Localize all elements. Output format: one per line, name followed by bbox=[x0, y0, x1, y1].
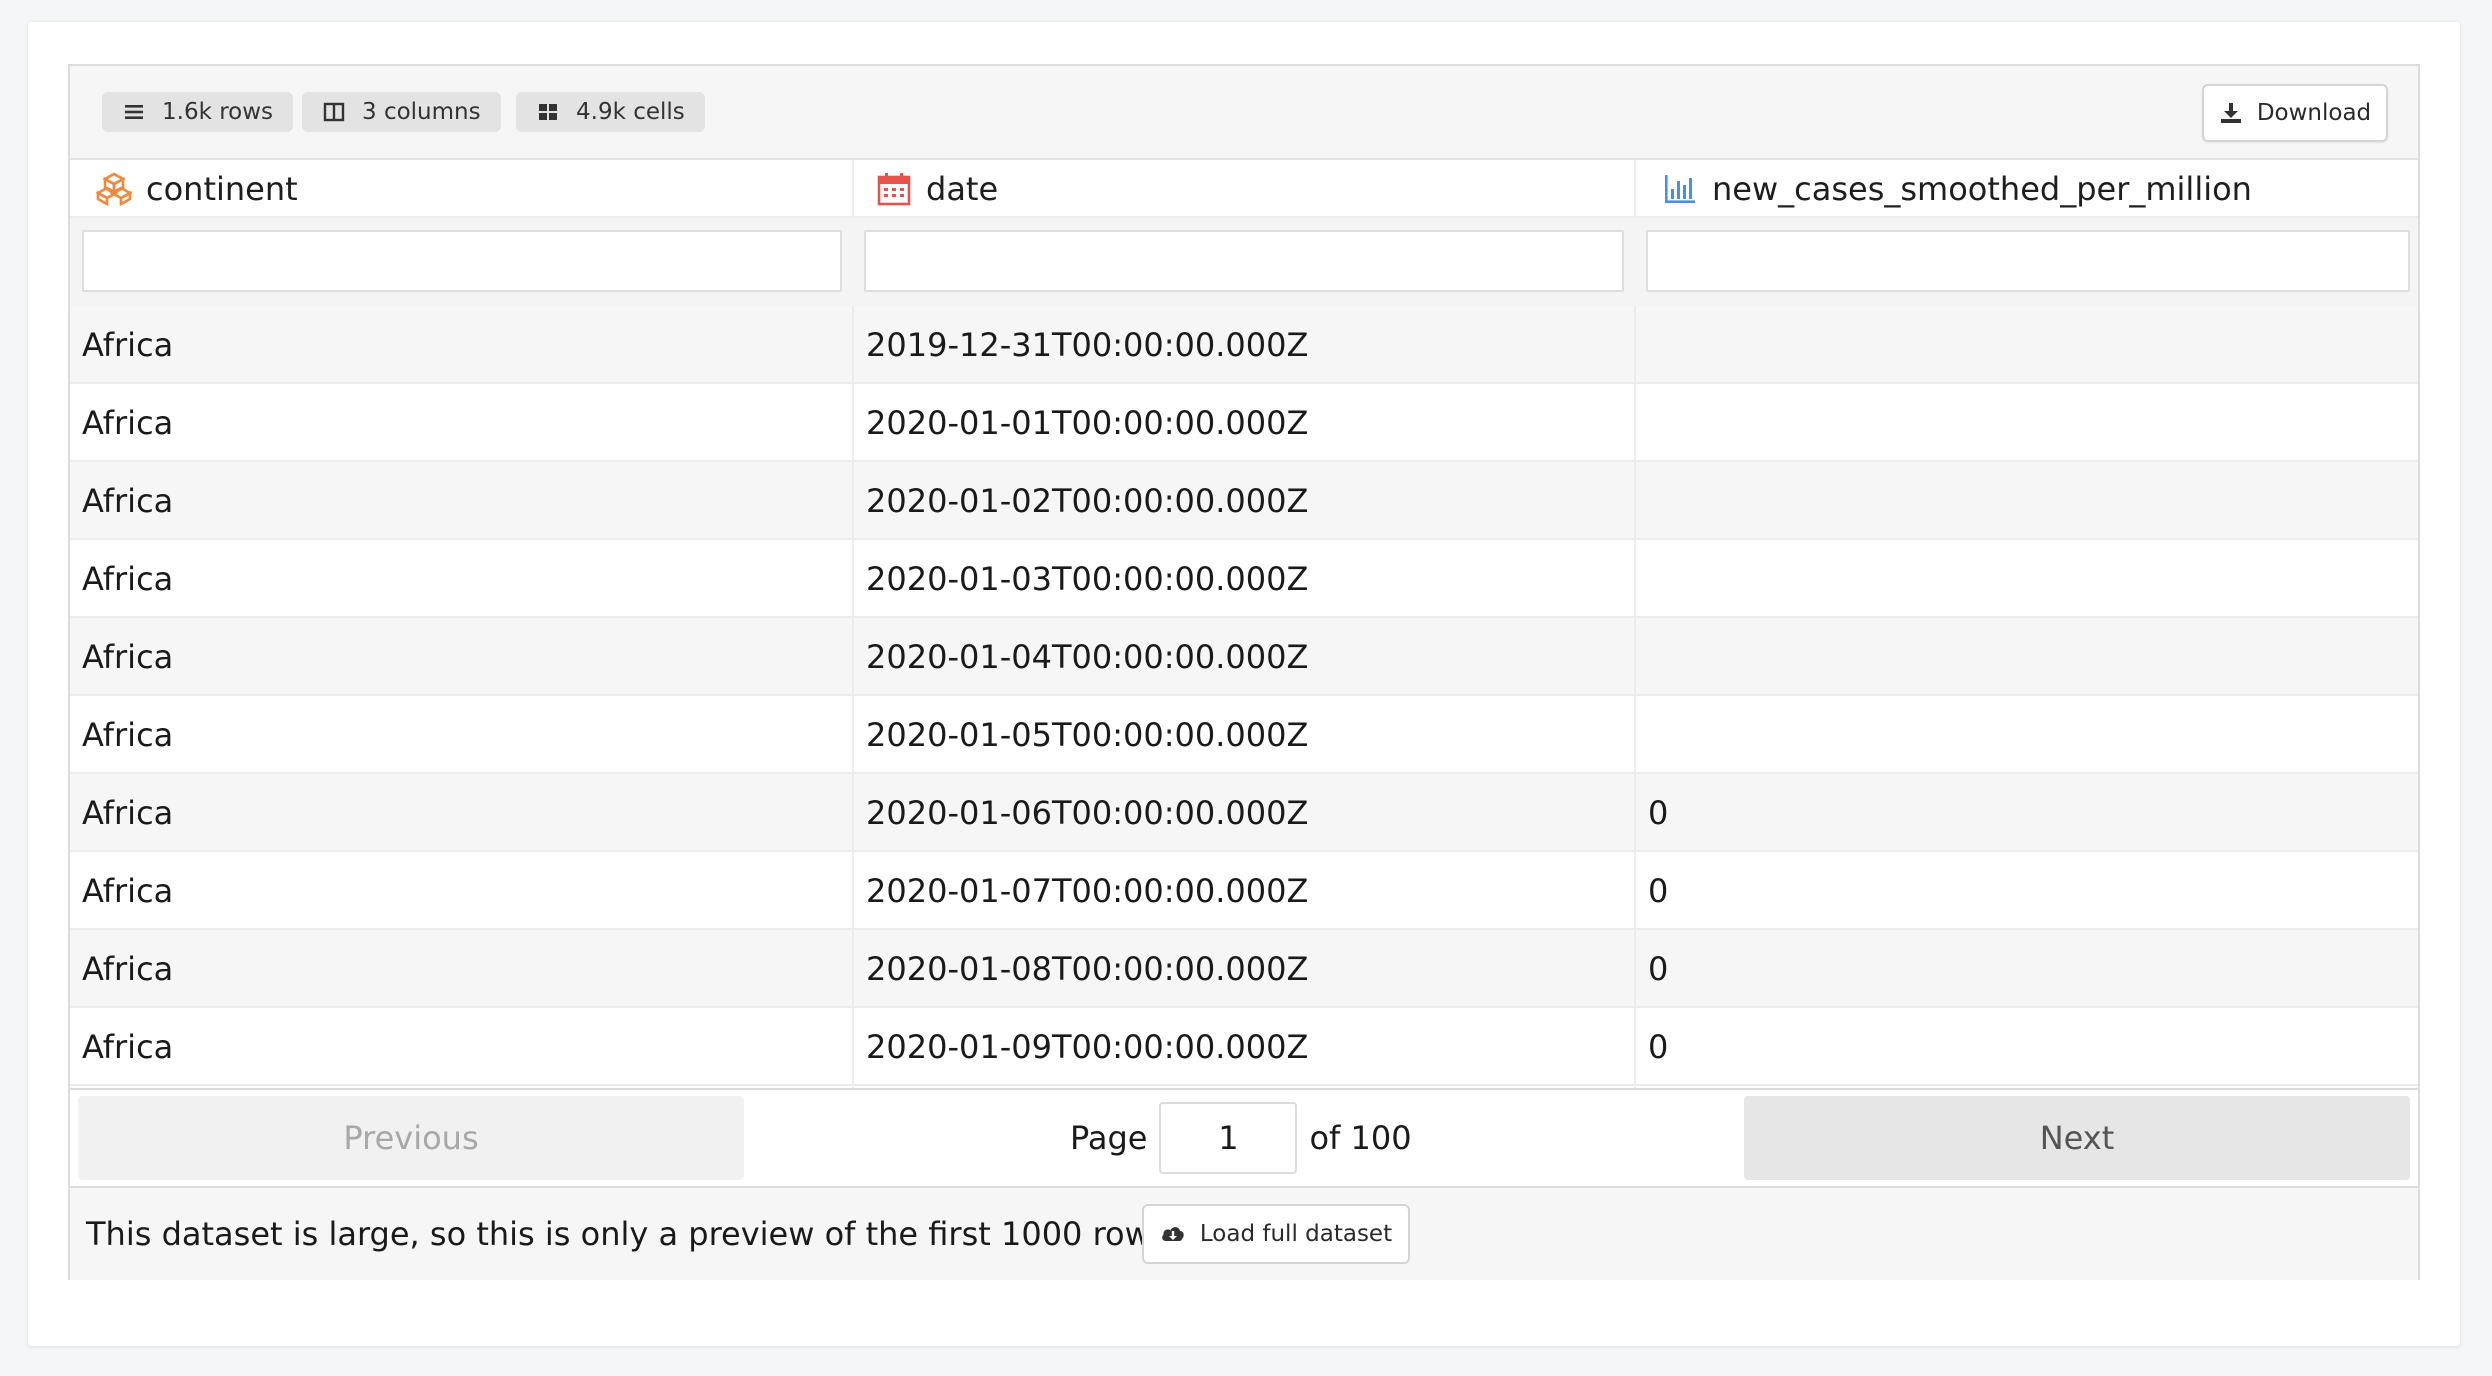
cell-date: 2020-01-04T00:00:00.000Z bbox=[866, 638, 1309, 676]
rows-count-label: 1.6k rows bbox=[162, 99, 274, 125]
table-row[interactable]: Africa 2020-01-09T00:00:00.000Z 0 bbox=[70, 1008, 2418, 1086]
rows-count-chip: 1.6k rows bbox=[102, 92, 294, 132]
cell-continent: Africa bbox=[82, 1028, 174, 1066]
cell-new-cases bbox=[1636, 618, 1648, 696]
column-header-date[interactable]: date bbox=[854, 160, 1636, 218]
download-icon bbox=[2220, 103, 2241, 123]
cell-date: 2020-01-09T00:00:00.000Z bbox=[866, 1028, 1309, 1066]
table-row[interactable]: Africa 2020-01-02T00:00:00.000Z bbox=[70, 462, 2418, 540]
filter-row bbox=[70, 218, 2418, 306]
cell-new-cases: 0 bbox=[1648, 1028, 1669, 1066]
cells-count-label: 4.9k cells bbox=[576, 99, 685, 125]
cell-new-cases bbox=[1636, 384, 1648, 462]
column-header-label: new_cases_smoothed_per_million bbox=[1712, 170, 2252, 208]
table-row[interactable]: Africa 2020-01-01T00:00:00.000Z bbox=[70, 384, 2418, 462]
cell-new-cases bbox=[1636, 462, 1648, 540]
preview-notice: This dataset is large, so this is only a… bbox=[86, 1215, 1178, 1253]
table-row[interactable]: Africa 2020-01-07T00:00:00.000Z 0 bbox=[70, 852, 2418, 930]
cell-continent: Africa bbox=[82, 404, 174, 442]
cell-date: 2020-01-05T00:00:00.000Z bbox=[866, 716, 1309, 754]
calendar-icon bbox=[877, 173, 911, 206]
next-page-button[interactable]: Next bbox=[1744, 1096, 2410, 1180]
table-row[interactable]: Africa 2020-01-03T00:00:00.000Z bbox=[70, 540, 2418, 618]
column-header-label: continent bbox=[146, 170, 298, 208]
columns-icon bbox=[323, 102, 345, 122]
cell-date: 2020-01-03T00:00:00.000Z bbox=[866, 560, 1309, 598]
cell-date: 2020-01-06T00:00:00.000Z bbox=[866, 794, 1309, 832]
cell-new-cases bbox=[1636, 696, 1648, 774]
cell-continent: Africa bbox=[82, 794, 174, 832]
cell-continent: Africa bbox=[82, 872, 174, 910]
page-number-input[interactable] bbox=[1159, 1102, 1298, 1174]
preview-footer: This dataset is large, so this is only a… bbox=[70, 1188, 2418, 1280]
new-cases-filter-input[interactable] bbox=[1646, 230, 2410, 292]
table-row[interactable]: Africa 2019-12-31T00:00:00.000Z bbox=[70, 306, 2418, 384]
numeric-chart-icon bbox=[1665, 175, 1695, 203]
categorical-icon bbox=[96, 172, 132, 207]
cells-count-chip: 4.9k cells bbox=[516, 92, 705, 132]
cell-continent: Africa bbox=[82, 638, 174, 676]
rows-icon bbox=[125, 105, 143, 119]
cell-date: 2020-01-01T00:00:00.000Z bbox=[866, 404, 1309, 442]
columns-count-label: 3 columns bbox=[362, 99, 481, 125]
cell-new-cases: 0 bbox=[1648, 950, 1669, 988]
cell-continent: Africa bbox=[82, 716, 174, 754]
cell-date: 2020-01-07T00:00:00.000Z bbox=[866, 872, 1309, 910]
columns-count-chip: 3 columns bbox=[302, 92, 501, 132]
table-row[interactable]: Africa 2020-01-05T00:00:00.000Z bbox=[70, 696, 2418, 774]
cell-new-cases: 0 bbox=[1648, 794, 1669, 832]
cell-continent: Africa bbox=[82, 482, 174, 520]
cell-date: 2019-12-31T00:00:00.000Z bbox=[866, 326, 1309, 364]
table-row[interactable]: Africa 2020-01-06T00:00:00.000Z 0 bbox=[70, 774, 2418, 852]
cell-date: 2020-01-02T00:00:00.000Z bbox=[866, 482, 1309, 520]
cell-date: 2020-01-08T00:00:00.000Z bbox=[866, 950, 1309, 988]
cell-new-cases: 0 bbox=[1648, 872, 1669, 910]
continent-filter-input[interactable] bbox=[82, 230, 842, 292]
column-divider bbox=[852, 306, 854, 1088]
column-divider bbox=[1634, 306, 1636, 1088]
column-header-label: date bbox=[926, 170, 999, 208]
table-row[interactable]: Africa 2020-01-08T00:00:00.000Z 0 bbox=[70, 930, 2418, 1008]
load-full-dataset-button[interactable]: Load full dataset bbox=[1142, 1204, 1410, 1264]
download-button[interactable]: Download bbox=[2202, 84, 2388, 142]
cell-new-cases bbox=[1636, 306, 1648, 384]
cloud-download-icon bbox=[1162, 1227, 1184, 1241]
page-indicator: Page of 100 bbox=[1070, 1100, 1412, 1176]
cell-continent: Africa bbox=[82, 950, 174, 988]
column-header-new-cases[interactable]: new_cases_smoothed_per_million bbox=[1636, 160, 2422, 218]
load-full-dataset-label: Load full dataset bbox=[1199, 1221, 1393, 1247]
table-row[interactable]: Africa 2020-01-04T00:00:00.000Z bbox=[70, 618, 2418, 696]
page-prefix-label: Page bbox=[1070, 1119, 1148, 1157]
cell-continent: Africa bbox=[82, 560, 174, 598]
download-label: Download bbox=[2256, 100, 2372, 126]
dataset-toolbar: 1.6k rows 3 columns 4.9k cells Download bbox=[70, 66, 2418, 160]
dataset-preview-panel: 1.6k rows 3 columns 4.9k cells Download … bbox=[68, 64, 2420, 1280]
previous-page-button[interactable]: Previous bbox=[78, 1096, 744, 1180]
table-header: continent date new_cases_smoothed_per_mi… bbox=[70, 160, 2418, 218]
cell-new-cases bbox=[1636, 540, 1648, 618]
date-filter-input[interactable] bbox=[864, 230, 1624, 292]
pagination-bar: Previous Page of 100 Next bbox=[70, 1088, 2418, 1188]
cells-icon bbox=[539, 104, 557, 120]
column-header-continent[interactable]: continent bbox=[70, 160, 854, 218]
page-total-label: of 100 bbox=[1309, 1119, 1412, 1157]
cell-continent: Africa bbox=[82, 326, 174, 364]
